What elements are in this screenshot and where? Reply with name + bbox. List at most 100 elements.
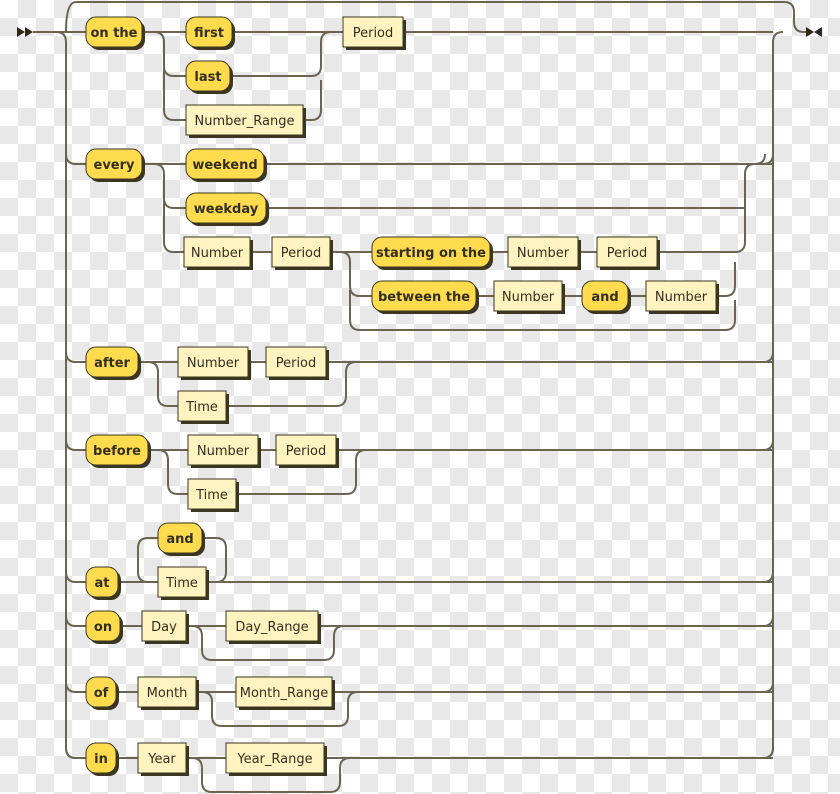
connector-line [762, 571, 774, 583]
connector-line [65, 571, 86, 583]
keyword-before-label: before [93, 444, 141, 459]
option-number-range: Number_Range [185, 104, 306, 138]
period: Period [342, 16, 406, 50]
number-label: Number [655, 290, 708, 305]
on-item: Day [141, 610, 189, 644]
connector-line [116, 757, 773, 793]
period-label: Period [353, 26, 394, 41]
keyword-in-label: in [94, 752, 108, 767]
time-label: Time [165, 576, 198, 591]
connector-line [65, 747, 86, 759]
option-weekday: weekday [185, 192, 269, 226]
keyword-on: on [85, 610, 123, 644]
of-range-label: Month_Range [240, 686, 328, 701]
connector-line [65, 615, 86, 627]
in-range: Year_Range [225, 742, 327, 776]
number-label: Number [187, 356, 240, 371]
number-label: Number [191, 246, 244, 261]
connector-line [762, 615, 774, 627]
keyword-in: in [85, 742, 119, 776]
keyword-every-label: every [94, 158, 136, 173]
connector-line [762, 681, 774, 693]
number: Number [183, 236, 253, 270]
period-label: Period [607, 246, 648, 261]
keyword-every: every [85, 148, 145, 182]
period: Period [275, 434, 339, 468]
period: Period [596, 236, 660, 270]
connector-line [33, 1, 806, 33]
period-label: Period [276, 356, 317, 371]
of-item: Month [137, 676, 199, 710]
on-range-label: Day_Range [235, 620, 308, 635]
in-item: Year [137, 742, 189, 776]
time-label: Time [185, 400, 218, 415]
number: Number [507, 236, 581, 270]
option-number-range-label: Number_Range [195, 114, 295, 129]
keyword-on-the-label: on the [91, 26, 138, 41]
option-first: first [185, 16, 235, 50]
number: Number [187, 434, 261, 468]
of-range: Month_Range [235, 676, 335, 710]
number: Number [493, 280, 565, 314]
time: Time [157, 566, 209, 600]
option-last: last [185, 60, 233, 94]
period: Period [265, 346, 329, 380]
time-label: Time [195, 488, 228, 503]
keyword-before: before [85, 434, 151, 468]
connector-line [762, 351, 774, 363]
option-first-label: first [194, 26, 224, 41]
in-range-label: Year_Range [236, 752, 312, 767]
of-item-label: Month [147, 686, 188, 701]
keyword-and-label: and [166, 532, 193, 547]
on-range: Day_Range [225, 610, 321, 644]
keyword-and: and [157, 522, 205, 556]
option-weekday-label: weekday [194, 202, 259, 217]
number-label: Number [197, 444, 250, 459]
connector-line [762, 31, 784, 759]
connector-line [762, 747, 774, 759]
connector-line [65, 439, 86, 451]
period-label: Period [281, 246, 322, 261]
start-marker-icon [17, 27, 33, 37]
end-marker-icon [806, 27, 822, 37]
railroad-diagram: on the first last Number_Range Period every we… [17, 1, 822, 793]
time: Time [187, 478, 239, 512]
on-item-label: Day [151, 620, 177, 635]
keyword-and-label: and [591, 290, 618, 305]
connector-line [118, 537, 773, 583]
keyword-of-label: of [94, 686, 109, 701]
keyword-between-the-label: between the [378, 290, 470, 305]
connector-line [65, 153, 86, 165]
keyword-after-label: after [94, 356, 130, 371]
period-label: Period [286, 444, 327, 459]
number-label: Number [502, 290, 555, 305]
keyword-of: of [85, 676, 119, 710]
keyword-at-label: at [95, 576, 110, 591]
in-item-label: Year [147, 752, 176, 767]
connector-line [116, 691, 773, 727]
period: Period [271, 236, 333, 270]
keyword-starting-on-the-label: starting on the [376, 246, 486, 261]
connector-line [65, 351, 86, 363]
connector-line [65, 681, 86, 693]
diagram-nodes: on the first last Number_Range Period every we… [85, 16, 719, 776]
keyword-at: at [85, 566, 121, 600]
number: Number [177, 346, 251, 380]
keyword-starting-on-the: starting on the [371, 236, 493, 270]
connector-line [120, 625, 773, 661]
keyword-and: and [581, 280, 631, 314]
keyword-on-the: on the [85, 16, 145, 50]
option-weekend-label: weekend [192, 158, 257, 173]
keyword-on-label: on [94, 620, 112, 635]
connector-line [762, 439, 774, 451]
keyword-between-the: between the [371, 280, 479, 314]
option-weekend: weekend [185, 148, 267, 182]
connector-line [153, 31, 186, 121]
number-label: Number [517, 246, 570, 261]
keyword-after: after [85, 346, 141, 380]
connector-line [55, 31, 77, 759]
connector-lines [33, 1, 806, 793]
option-last-label: last [194, 70, 221, 85]
number: Number [645, 280, 719, 314]
time: Time [177, 390, 229, 424]
